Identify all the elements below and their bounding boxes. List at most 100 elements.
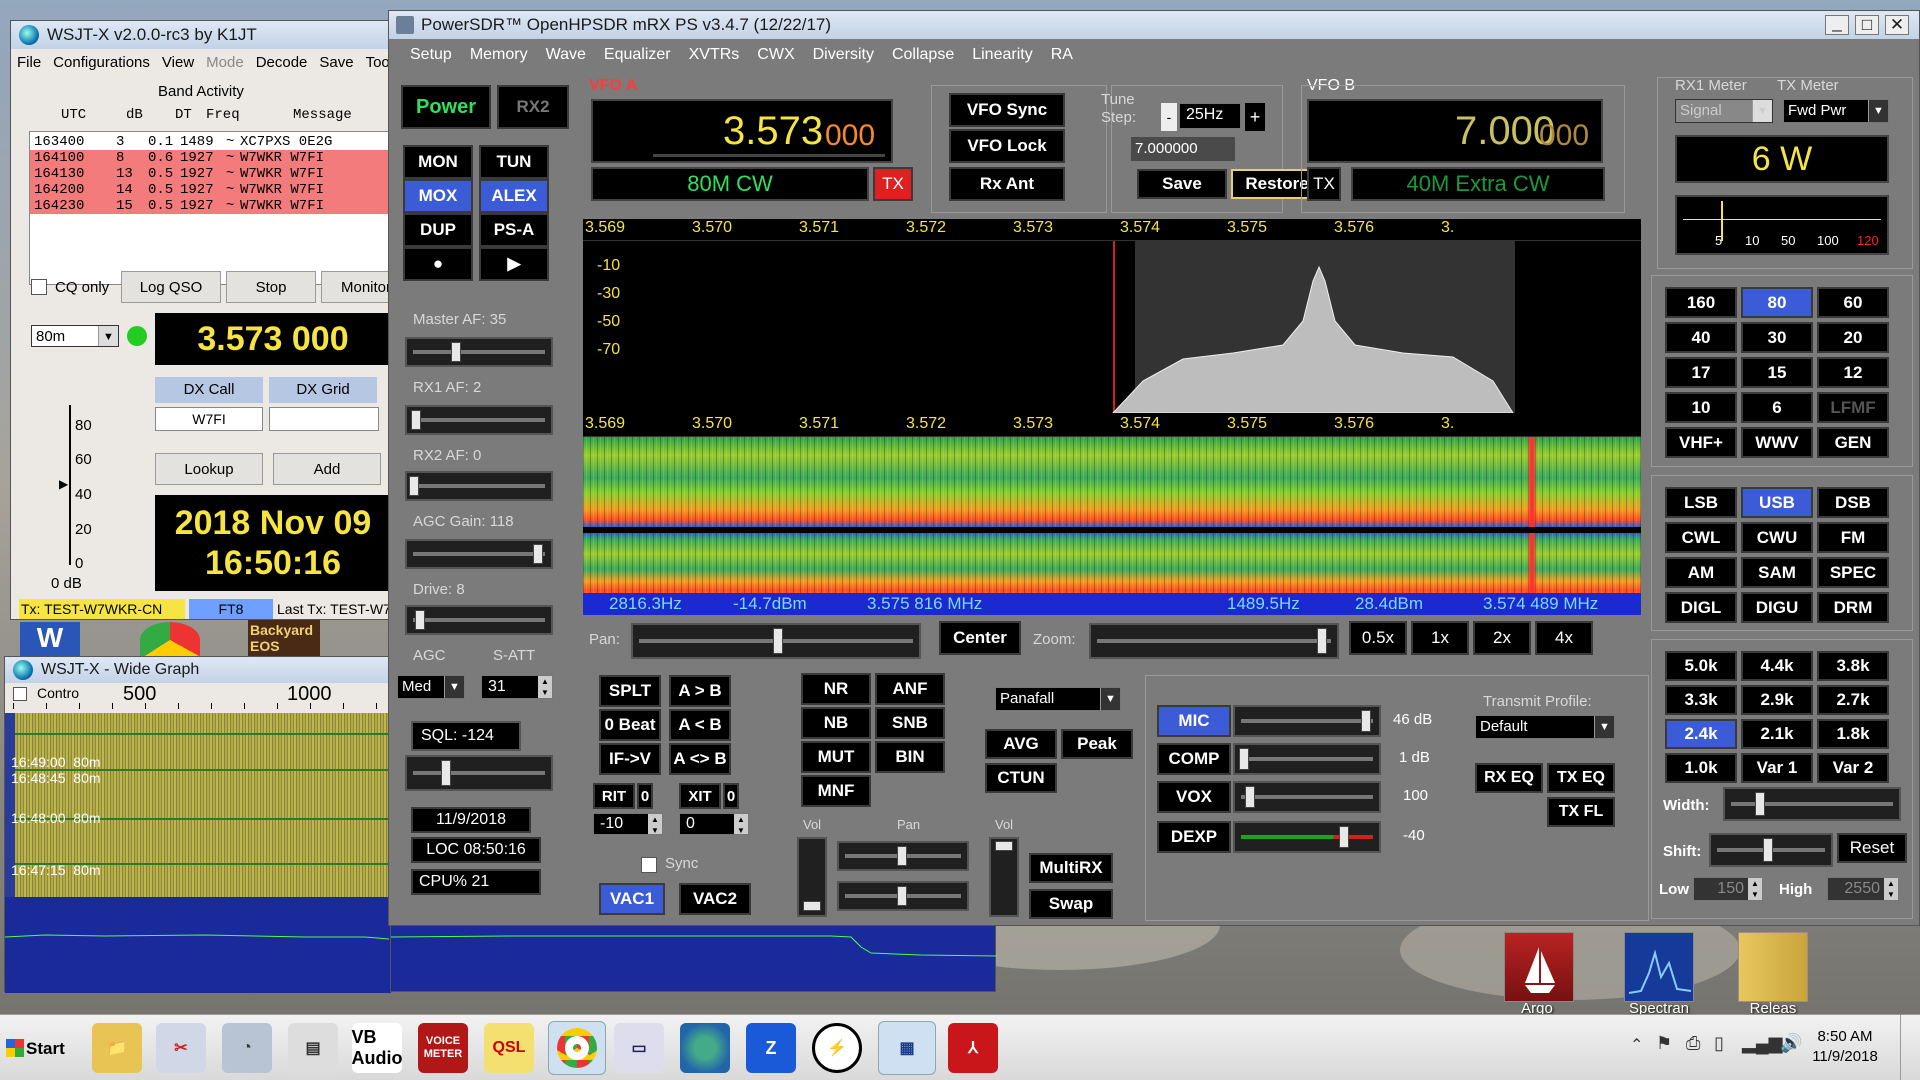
dexp-slider[interactable] [1233,821,1381,853]
btn-bands-12[interactable]: 12 [1817,357,1889,388]
comp-button[interactable]: COMP [1157,743,1231,775]
decode-list[interactable]: 163400 3 0.1 1489 ~ XC7PXS 0E2G 164100 8 0.6 1927… [29,131,391,285]
filter-shift-slider[interactable] [1709,833,1833,867]
btn-modes-cwu[interactable]: CWU [1741,522,1813,553]
btn-filters-var-2[interactable]: Var 2 [1817,753,1889,783]
panadapter[interactable]: 3.569 3.570 3.571 3.572 3.573 3.574 3.575 3.576… [583,219,1641,413]
nr-button[interactable]: NR [801,673,871,705]
comp-slider[interactable] [1233,743,1381,775]
bin-button[interactable]: BIN [875,741,945,773]
qsl-icon[interactable]: QSL [484,1023,534,1073]
agc-mode-select[interactable]: Med ▼ [397,675,465,699]
reset-button[interactable]: Reset [1837,833,1907,863]
controls-checkbox[interactable] [13,687,27,701]
btn-modes-sam[interactable]: SAM [1741,557,1813,588]
filter-width-slider[interactable] [1723,787,1901,821]
low-spinner[interactable]: 150 ▲ ▼ [1693,877,1763,901]
menu-memory[interactable]: Memory [470,46,528,63]
word-icon[interactable]: W [20,622,80,658]
menu-collapse[interactable]: Collapse [892,46,954,63]
btn-bands-17[interactable]: 17 [1665,357,1737,388]
cq-only-checkbox[interactable] [31,279,47,295]
powersdr-titlebar[interactable]: PowerSDR™ OpenHPSDR mRX PS v3.4.7 (12/22… [389,11,1919,39]
save-button[interactable]: Save [1137,169,1227,199]
folder-icon[interactable]: 📁 [92,1023,142,1073]
rx-meter-select[interactable]: Signal ▼ [1675,99,1773,123]
btn-bands-60[interactable]: 60 [1817,287,1889,318]
menu-equalizer[interactable]: Equalizer [604,46,671,63]
btn-modes-fm[interactable]: FM [1817,522,1889,553]
menu-wave[interactable]: Wave [546,46,586,63]
tx-fl-button[interactable]: TX FL [1547,797,1615,827]
btn-filters-4-4k[interactable]: 4.4k [1741,651,1813,681]
menu-tools[interactable]: Tools [366,54,389,71]
rx-vol2-slider[interactable] [989,837,1019,917]
dx-call-input[interactable]: W7FI [155,407,263,431]
btn-bands-vhf-[interactable]: VHF+ [1665,427,1737,458]
network-icon[interactable]: ▂▄▆ [1742,1033,1782,1054]
swap-button[interactable]: Swap [1029,889,1113,919]
mic-button[interactable]: MIC [1157,705,1231,737]
btn-bands-gen[interactable]: GEN [1817,427,1889,458]
sql-slider[interactable] [405,755,553,791]
vfo-lock-button[interactable]: VFO Lock [949,129,1065,163]
master-af-slider[interactable] [405,337,553,367]
xit-spinner[interactable]: 0 ▲ ▼ [679,813,749,835]
waterfall[interactable]: 3.569 3.570 3.571 3.572 3.573 3.574 3.575 3.576… [583,413,1641,593]
avg-button[interactable]: AVG [985,729,1057,759]
mnf-button[interactable]: MNF [801,775,871,807]
btn-filters-5-0k[interactable]: 5.0k [1665,651,1737,681]
table-row[interactable]: 164100 8 0.6 1927 ~ W7WKR W7FI [30,150,390,166]
chrome-desktop-icon[interactable] [140,622,200,658]
btn-modes-dsb[interactable]: DSB [1817,487,1889,518]
mic-gain-slider[interactable] [1233,705,1381,737]
tune-step-value[interactable]: 25Hz [1179,103,1241,129]
peak-button[interactable]: Peak [1061,729,1133,759]
vfo-sync-button[interactable]: VFO Sync [949,93,1065,127]
menu-ra[interactable]: RA [1051,46,1073,63]
show-desktop-button[interactable] [1900,1015,1920,1080]
spinner-arrows-icon[interactable]: ▲ ▼ [1748,878,1762,900]
btn-bands-6[interactable]: 6 [1741,392,1813,423]
table-row[interactable]: 164200 14 0.5 1927 ~ W7WKR W7FI [30,182,390,198]
menu-configurations[interactable]: Configurations [53,54,150,71]
btn-bands-10[interactable]: 10 [1665,392,1737,423]
btn-filters-2-7k[interactable]: 2.7k [1817,685,1889,715]
btn-modes-drm[interactable]: DRM [1817,592,1889,623]
sql-button[interactable]: SQL: -124 [411,721,521,751]
btn-filters-2-1k[interactable]: 2.1k [1741,719,1813,749]
dexp-button[interactable]: DEXP [1157,821,1231,853]
zoom-0-5x-button[interactable]: 0.5x [1349,621,1407,655]
power-button[interactable]: Power [401,85,491,129]
vac2-button[interactable]: VAC2 [679,883,751,915]
spinner-arrows-icon[interactable]: ▲ ▼ [648,814,662,835]
menu-xvtrs[interactable]: XVTRs [689,46,740,63]
btn-bands-80[interactable]: 80 [1741,287,1813,318]
display-mode-select[interactable]: Panafall ▼ [995,687,1121,711]
rit-spinner[interactable]: -10 ▲ ▼ [593,813,663,835]
btn-filters-1-8k[interactable]: 1.8k [1817,719,1889,749]
rx1-af-slider[interactable] [405,405,553,435]
log-qso-button[interactable]: Log QSO [121,271,221,303]
btn-filters-var-1[interactable]: Var 1 [1741,753,1813,783]
swap-ab-button[interactable]: A <> B [669,743,731,775]
band-select[interactable]: 80m ▼ [31,325,119,347]
printer-icon[interactable]: ⎙ [1686,1033,1700,1054]
menu-linearity[interactable]: Linearity [972,46,1032,63]
agc-gain-slider[interactable] [405,539,553,569]
sync-checkbox[interactable] [641,857,657,873]
vac1-button[interactable]: VAC1 [599,883,665,915]
menu-setup[interactable]: Setup [410,46,452,63]
tools-icon[interactable]: ✂ [156,1023,206,1073]
rx2-button[interactable]: RX2 [497,85,569,129]
step-up-button[interactable]: + [1245,103,1265,131]
zoom-4x-button[interactable]: 4x [1535,621,1593,655]
vox-slider[interactable] [1233,781,1381,813]
wide-graph-titlebar[interactable]: WSJT-X - Wide Graph [5,657,389,683]
mut-button[interactable]: MUT [801,741,871,773]
btn-bands-160[interactable]: 160 [1665,287,1737,318]
table-row[interactable]: 164130 13 0.5 1927 ~ W7WKR W7FI [30,166,390,182]
rx-pan2-slider[interactable] [837,881,969,911]
tx-eq-button[interactable]: TX EQ [1547,763,1615,793]
zoom-2x-button[interactable]: 2x [1473,621,1531,655]
